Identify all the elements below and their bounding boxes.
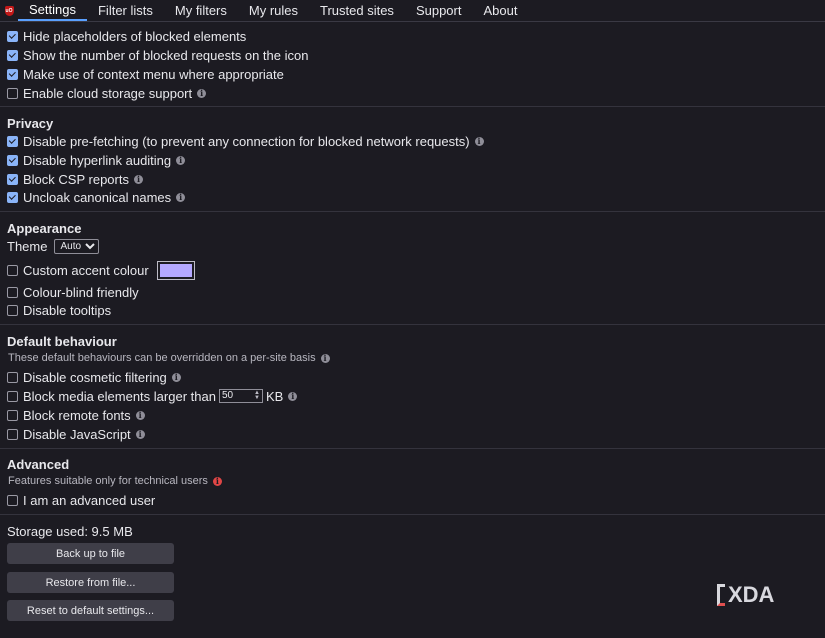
storage-used: Storage used: 9.5 MB [7, 524, 133, 539]
advanced-user-option[interactable]: I am an advanced user [7, 492, 155, 508]
tab-trusted-sites[interactable]: Trusted sites [309, 0, 405, 21]
media-checkbox[interactable] [7, 390, 18, 402]
xda-watermark: XDA [717, 582, 774, 608]
uncloak-checkbox[interactable] [7, 191, 18, 203]
tab-support[interactable]: Support [405, 0, 473, 21]
info-icon[interactable]: i [176, 192, 186, 202]
javascript-option[interactable]: Disable JavaScript i [7, 426, 145, 442]
advanced-heading: Advanced [7, 457, 70, 472]
advanced-user-label: I am an advanced user [23, 492, 156, 508]
hide-placeholders-checkbox[interactable] [7, 30, 18, 42]
remote-fonts-label: Block remote fonts [23, 407, 131, 423]
info-icon[interactable]: i [171, 372, 181, 382]
media-label: Block media elements larger than [23, 388, 216, 404]
javascript-checkbox[interactable] [7, 428, 18, 440]
tab-settings[interactable]: Settings [18, 0, 87, 21]
info-icon[interactable]: i [197, 88, 207, 98]
show-count-option[interactable]: Show the number of blocked requests on t… [7, 47, 308, 63]
backup-button[interactable]: Back up to file [7, 543, 174, 564]
cosmetic-checkbox[interactable] [7, 371, 18, 383]
cloud-storage-checkbox[interactable] [7, 87, 18, 99]
hyperlink-label: Disable hyperlink auditing [23, 152, 172, 168]
tab-my-filters[interactable]: My filters [164, 0, 238, 21]
ublock-logo-icon: uO [4, 6, 14, 16]
remote-fonts-option[interactable]: Block remote fonts i [7, 407, 145, 423]
media-size-input[interactable]: 50 ▲ ▼ [218, 389, 263, 403]
divider [0, 514, 825, 515]
media-option[interactable]: Block media elements larger than 50 ▲ ▼ KB… [7, 388, 298, 404]
media-unit: KB [265, 388, 284, 404]
remote-fonts-checkbox[interactable] [7, 409, 18, 421]
reset-button[interactable]: Reset to default settings... [7, 600, 174, 621]
restore-button[interactable]: Restore from file... [7, 572, 174, 593]
csp-option[interactable]: Block CSP reports i [7, 171, 143, 187]
info-icon[interactable]: i [320, 353, 330, 363]
info-icon[interactable]: i [135, 410, 145, 420]
hyperlink-checkbox[interactable] [7, 154, 18, 166]
accent-color-picker[interactable] [156, 260, 195, 280]
prefetch-option[interactable]: Disable pre-fetching (to prevent any con… [7, 133, 484, 149]
divider [0, 324, 825, 325]
context-menu-label: Make use of context menu where appropria… [23, 66, 284, 82]
context-menu-checkbox[interactable] [7, 68, 18, 80]
uncloak-label: Uncloak canonical names [23, 189, 172, 205]
info-icon[interactable]: i [133, 174, 143, 184]
theme-row: Theme Auto [7, 238, 100, 254]
tooltips-label: Disable tooltips [23, 302, 112, 318]
javascript-label: Disable JavaScript [23, 426, 131, 442]
prefetch-checkbox[interactable] [7, 135, 18, 147]
cosmetic-option[interactable]: Disable cosmetic filtering i [7, 369, 181, 385]
warning-info-icon[interactable]: i [212, 476, 222, 486]
hide-placeholders-option[interactable]: Hide placeholders of blocked elements [7, 28, 246, 44]
cloud-storage-label: Enable cloud storage support [23, 85, 193, 101]
tab-about[interactable]: About [472, 0, 528, 21]
divider [0, 106, 825, 107]
hyperlink-option[interactable]: Disable hyperlink auditing i [7, 152, 186, 168]
info-icon[interactable]: i [288, 391, 298, 401]
csp-label: Block CSP reports [23, 171, 129, 187]
cloud-storage-option[interactable]: Enable cloud storage support i [7, 85, 207, 101]
csp-checkbox[interactable] [7, 173, 18, 185]
top-nav: uO Settings Filter lists My filters My r… [0, 0, 825, 22]
theme-label: Theme [7, 238, 48, 254]
accent-label: Custom accent colour [23, 262, 149, 278]
context-menu-option[interactable]: Make use of context menu where appropria… [7, 66, 284, 82]
colorblind-option[interactable]: Colour-blind friendly [7, 284, 139, 300]
privacy-heading: Privacy [7, 116, 54, 131]
uncloak-option[interactable]: Uncloak canonical names i [7, 189, 186, 205]
default-behaviour-note: These default behaviours can be overridd… [8, 352, 330, 364]
accent-checkbox[interactable] [7, 264, 18, 276]
theme-select[interactable]: Auto [54, 238, 100, 254]
show-count-checkbox[interactable] [7, 49, 18, 61]
hide-placeholders-label: Hide placeholders of blocked elements [23, 28, 247, 44]
advanced-note: Features suitable only for technical use… [8, 475, 222, 487]
show-count-label: Show the number of blocked requests on t… [23, 47, 309, 63]
tooltips-option[interactable]: Disable tooltips [7, 302, 111, 318]
advanced-user-checkbox[interactable] [7, 494, 18, 506]
info-icon[interactable]: i [474, 136, 484, 146]
tab-filter-lists[interactable]: Filter lists [87, 0, 164, 21]
appearance-heading: Appearance [7, 221, 82, 236]
colorblind-label: Colour-blind friendly [23, 284, 139, 300]
cosmetic-label: Disable cosmetic filtering [23, 369, 167, 385]
tab-my-rules[interactable]: My rules [238, 0, 309, 21]
prefetch-label: Disable pre-fetching (to prevent any con… [23, 133, 470, 149]
xda-logo-icon [717, 584, 725, 606]
info-icon[interactable]: i [135, 429, 145, 439]
accent-option[interactable]: Custom accent colour [7, 260, 195, 280]
info-icon[interactable]: i [176, 155, 186, 165]
spinner-icon[interactable]: ▲ ▼ [254, 390, 260, 401]
divider [0, 448, 825, 449]
divider [0, 211, 825, 212]
default-behaviour-heading: Default behaviour [7, 334, 117, 349]
colorblind-checkbox[interactable] [7, 286, 18, 298]
tooltips-checkbox[interactable] [7, 304, 18, 316]
